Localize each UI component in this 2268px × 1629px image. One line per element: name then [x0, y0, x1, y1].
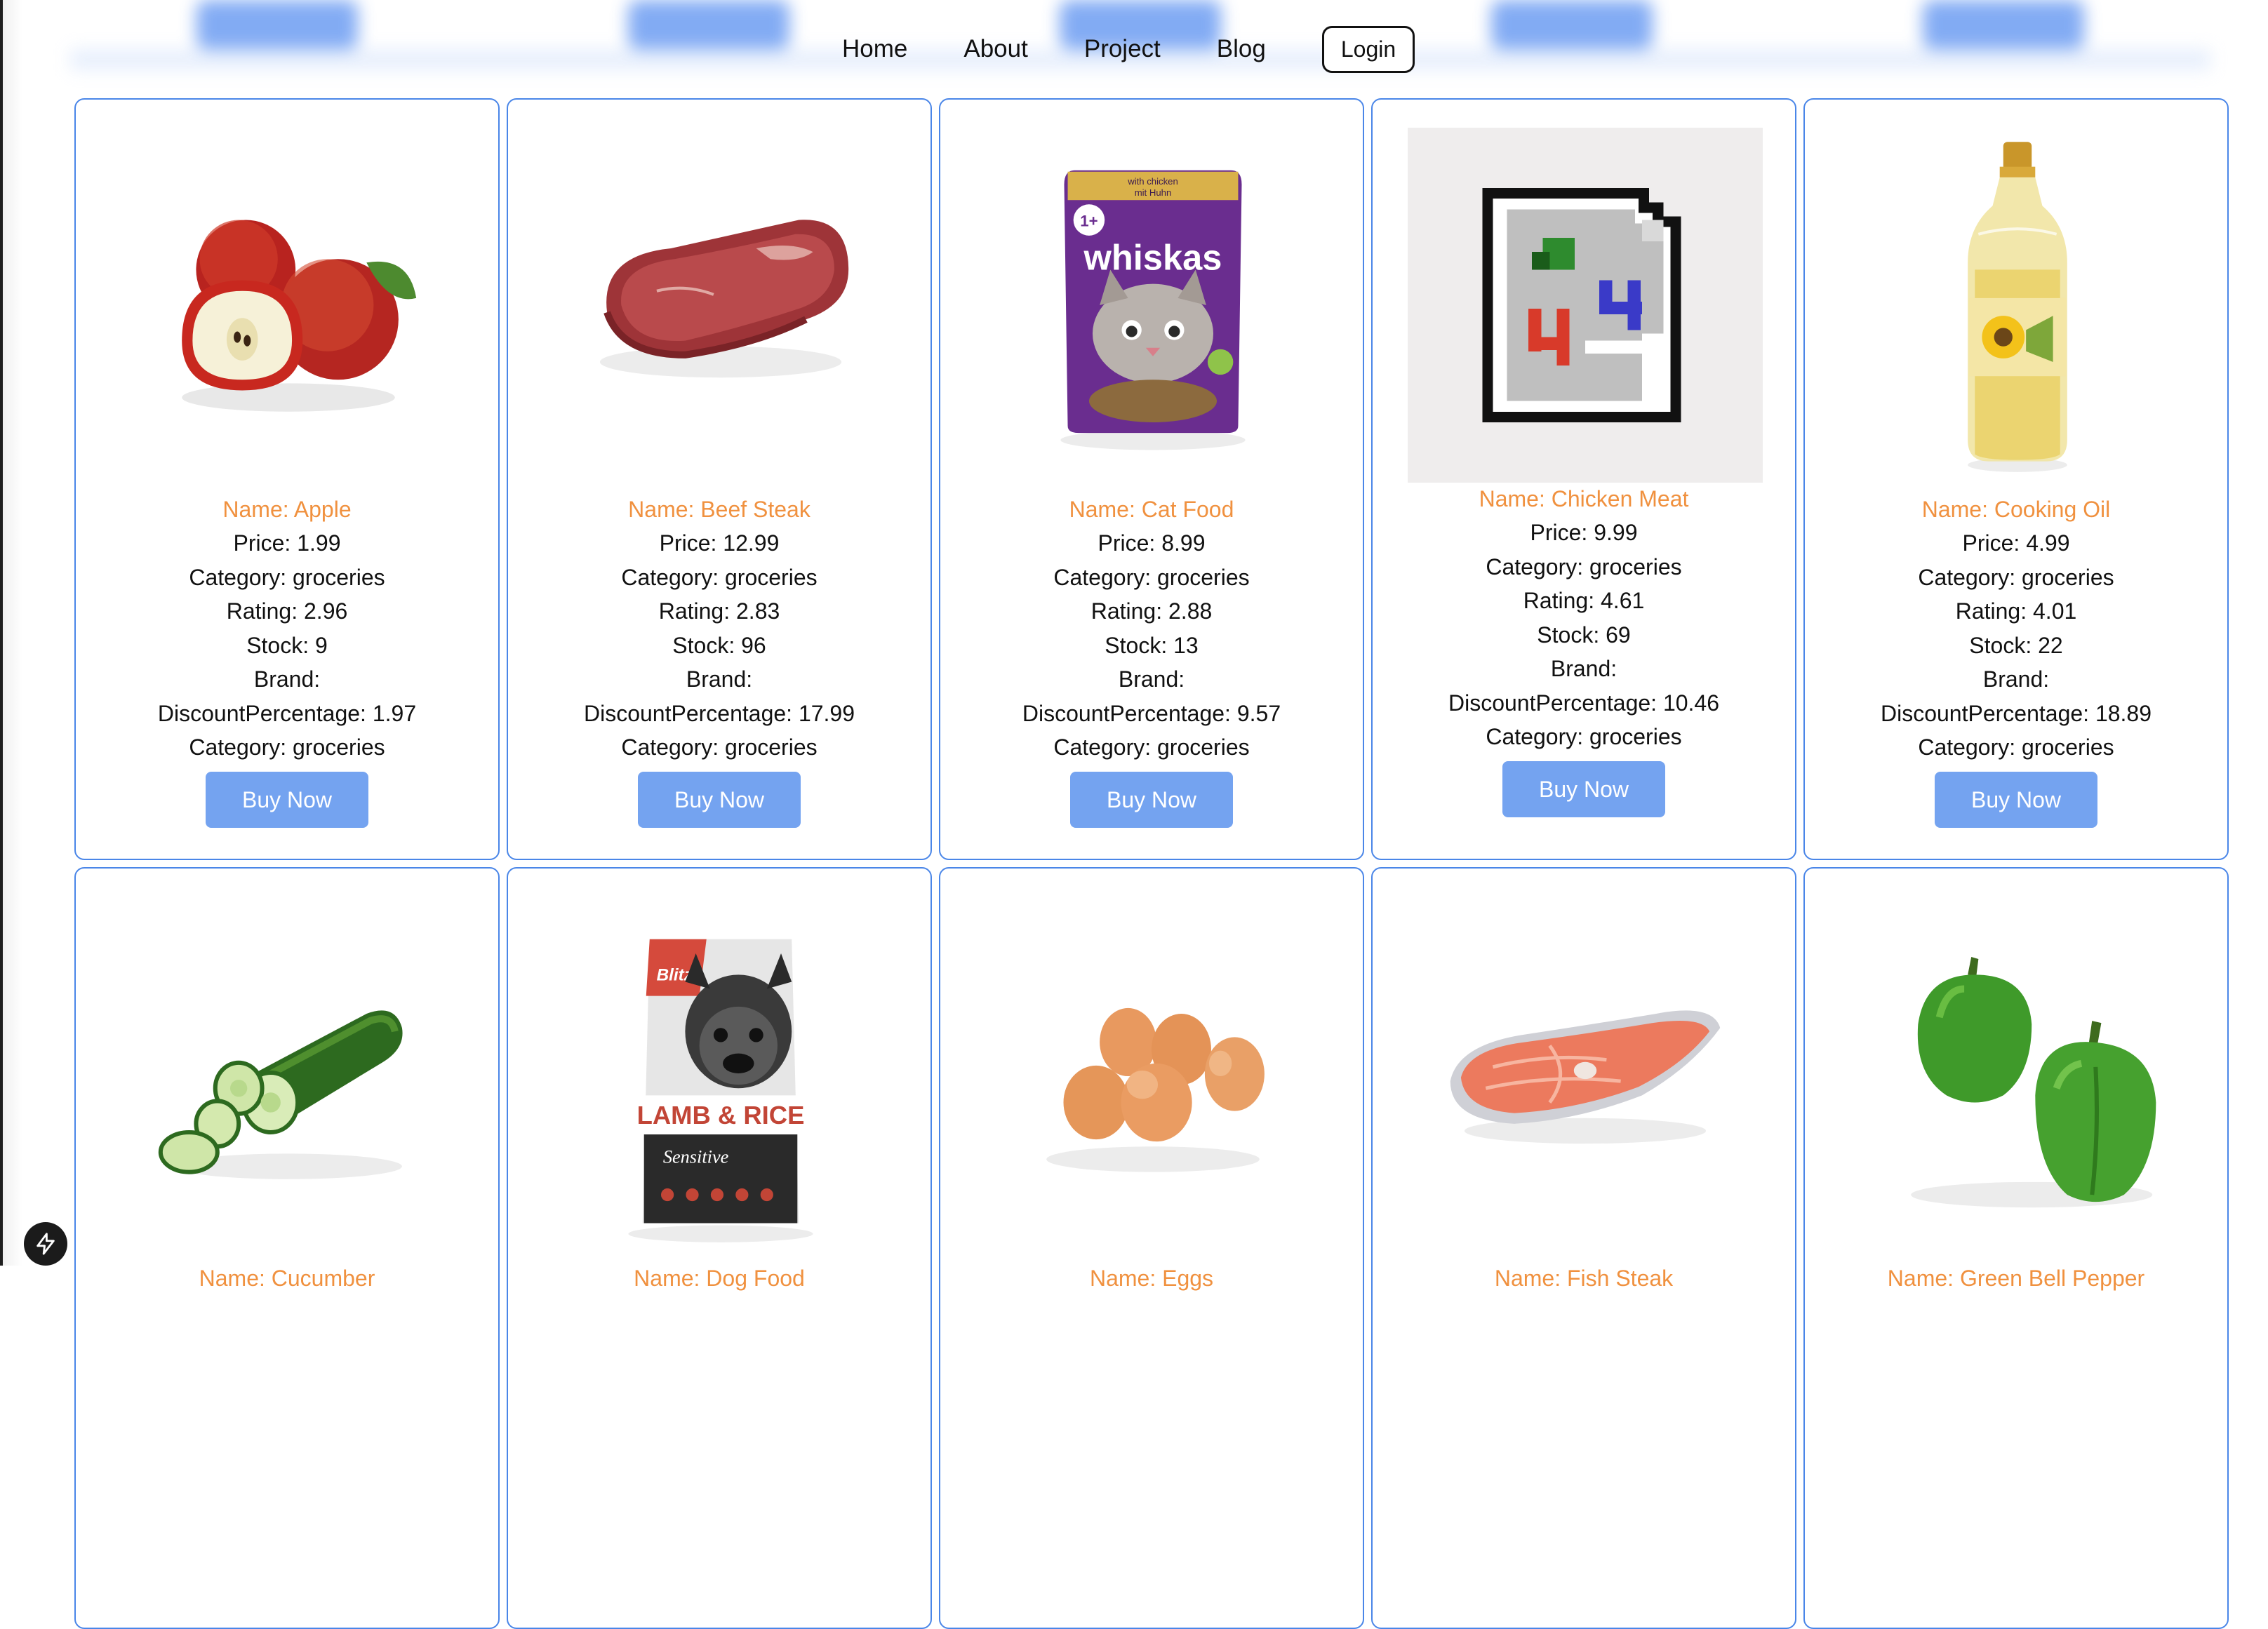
blurred-button	[628, 0, 789, 49]
product-name: Name: Cucumber	[199, 1266, 375, 1291]
product-info: Name: Dog Food	[508, 1261, 930, 1295]
product-stock: Stock: 22	[1969, 632, 2063, 658]
product-price: Price: 12.99	[659, 530, 780, 556]
product-rating: Rating: 2.88	[1090, 598, 1213, 624]
product-image-cat-food[interactable]: with chicken mit Huhn 1+ whiskas	[975, 128, 1330, 483]
product-discount: DiscountPercentage: 1.97	[157, 700, 417, 726]
product-category-repeat: Category: groceries	[1486, 724, 1682, 749]
product-category: Category: groceries	[621, 564, 818, 590]
product-price: Price: 4.99	[1962, 530, 2070, 556]
product-image-cooking-oil[interactable]	[1840, 128, 2195, 483]
buy-now-button[interactable]: Buy Now	[1502, 760, 1665, 817]
product-brand: Brand:	[1982, 666, 2050, 692]
product-name: Name: Fish Steak	[1494, 1266, 1674, 1291]
product-info: Name: Beef Steak Price: 12.99 Category: …	[508, 492, 930, 828]
lightning-bolt-icon[interactable]	[24, 1222, 67, 1266]
product-rating: Rating: 4.01	[1955, 598, 2077, 624]
product-name: Name: Eggs	[1089, 1266, 1214, 1291]
product-name: Name: Chicken Meat	[1479, 486, 1689, 511]
product-discount: DiscountPercentage: 9.57	[1022, 700, 1281, 726]
product-image-apple[interactable]	[111, 128, 466, 483]
product-image-cucumber[interactable]	[111, 897, 466, 1252]
buy-now-button[interactable]: Buy Now	[206, 771, 368, 828]
product-stock: Stock: 96	[672, 632, 766, 658]
broken-image-icon[interactable]	[1408, 128, 1763, 483]
dog-food-line-text: LAMB & RICE	[637, 1101, 805, 1129]
product-card: Name: Green Bell Pepper	[1803, 867, 2229, 1629]
product-card: Name: Apple Price: 1.99 Category: grocer…	[74, 98, 500, 860]
top-navbar: Home About Project Blog Login	[842, 21, 1415, 77]
cat-food-flavor-line2: mit Huhn	[1135, 187, 1172, 198]
blurred-button	[1923, 0, 2084, 49]
nav-about[interactable]: About	[963, 35, 1027, 63]
product-category-repeat: Category: groceries	[1918, 735, 2114, 760]
product-category-repeat: Category: groceries	[189, 735, 385, 760]
product-stock: Stock: 13	[1105, 632, 1199, 658]
product-discount: DiscountPercentage: 10.46	[1448, 690, 1720, 716]
product-info: Name: Cat Food Price: 8.99 Category: gro…	[940, 492, 1363, 828]
product-info: Name: Chicken Meat Price: 9.99 Category:…	[1373, 482, 1795, 817]
product-card: Name: Beef Steak Price: 12.99 Category: …	[507, 98, 932, 860]
product-image-dog-food[interactable]: Blitz LAMB & RICE Sensitive	[543, 897, 898, 1252]
product-category: Category: groceries	[1053, 564, 1250, 590]
product-category-repeat: Category: groceries	[1053, 735, 1250, 760]
product-discount: DiscountPercentage: 18.89	[1880, 700, 2152, 726]
product-image-eggs[interactable]	[975, 897, 1330, 1252]
dog-food-sub-text: Sensitive	[663, 1147, 729, 1167]
login-button[interactable]: Login	[1321, 25, 1415, 73]
product-brand: Brand:	[253, 666, 321, 692]
product-info: Name: Eggs	[940, 1261, 1363, 1295]
buy-now-button[interactable]: Buy Now	[638, 771, 801, 828]
product-category: Category: groceries	[189, 564, 385, 590]
product-info: Name: Cucumber	[76, 1261, 498, 1295]
product-price: Price: 1.99	[233, 530, 341, 556]
product-image-green-bell-pepper[interactable]	[1840, 897, 2195, 1252]
product-card: Name: Cooking Oil Price: 4.99 Category: …	[1803, 98, 2229, 860]
buy-now-button[interactable]: Buy Now	[1935, 771, 2097, 828]
product-rating: Rating: 2.83	[658, 598, 780, 624]
product-card: Name: Cucumber	[74, 867, 500, 1629]
product-category-repeat: Category: groceries	[621, 735, 818, 760]
product-grid: Name: Apple Price: 1.99 Category: grocer…	[74, 98, 2229, 1629]
blurred-button	[1491, 0, 1653, 49]
product-price: Price: 8.99	[1098, 530, 1206, 556]
product-brand: Brand:	[1550, 656, 1617, 681]
product-price: Price: 9.99	[1530, 520, 1638, 545]
nav-project[interactable]: Project	[1084, 35, 1161, 63]
product-category: Category: groceries	[1918, 564, 2114, 590]
product-info: Name: Apple Price: 1.99 Category: grocer…	[76, 492, 498, 828]
cat-food-flavor-line1: with chicken	[1127, 176, 1178, 187]
cat-food-age-badge: 1+	[1080, 213, 1098, 230]
product-card: Name: Fish Steak	[1371, 867, 1796, 1629]
product-name: Name: Cooking Oil	[1921, 497, 2111, 522]
product-rating: Rating: 4.61	[1523, 588, 1645, 613]
cat-food-brand-text: whiskas	[1083, 237, 1222, 277]
product-image-beef-steak[interactable]	[543, 128, 898, 483]
product-stock: Stock: 69	[1537, 622, 1631, 648]
buy-now-button[interactable]: Buy Now	[1070, 771, 1233, 828]
product-name: Name: Beef Steak	[628, 497, 811, 522]
blurred-button	[196, 0, 358, 49]
product-discount: DiscountPercentage: 17.99	[583, 700, 855, 726]
product-name: Name: Apple	[222, 497, 352, 522]
window-shadow	[3, 0, 22, 1266]
product-card: Name: Eggs	[939, 867, 1364, 1629]
product-name: Name: Green Bell Pepper	[1887, 1266, 2145, 1291]
product-info: Name: Fish Steak	[1373, 1261, 1795, 1295]
product-image-fish-steak[interactable]	[1408, 897, 1763, 1252]
product-card: Name: Chicken Meat Price: 9.99 Category:…	[1371, 98, 1796, 860]
nav-home[interactable]: Home	[842, 35, 907, 63]
product-name: Name: Cat Food	[1069, 497, 1234, 522]
product-stock: Stock: 9	[246, 632, 328, 658]
product-brand: Brand:	[1118, 666, 1185, 692]
product-card: Blitz LAMB & RICE Sensitive Name: Dog Fo	[507, 867, 932, 1629]
product-brand: Brand:	[686, 666, 753, 692]
nav-blog[interactable]: Blog	[1217, 35, 1266, 63]
product-rating: Rating: 2.96	[226, 598, 348, 624]
product-info: Name: Cooking Oil Price: 4.99 Category: …	[1805, 492, 2227, 828]
product-category: Category: groceries	[1486, 554, 1682, 579]
product-info: Name: Green Bell Pepper	[1805, 1261, 2227, 1295]
product-card: with chicken mit Huhn 1+ whiskas Name: C…	[939, 98, 1364, 860]
product-name: Name: Dog Food	[634, 1266, 805, 1291]
